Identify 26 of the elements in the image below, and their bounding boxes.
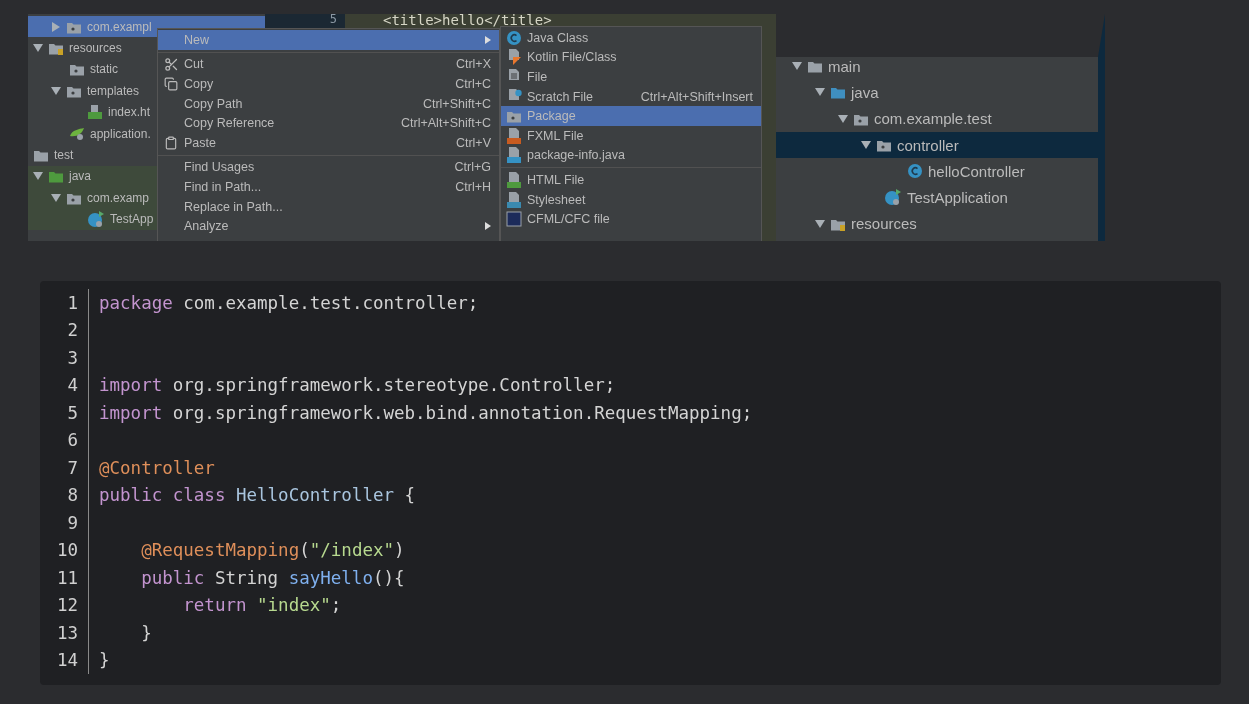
code-line: } (99, 650, 110, 671)
line-number: 12 (40, 591, 89, 619)
line-number: 8 (40, 481, 89, 509)
line-number: 14 (40, 646, 89, 674)
line-number: 4 (40, 371, 89, 399)
line-number: 3 (40, 344, 89, 372)
line-number: 2 (40, 316, 89, 344)
line-number: 1 (40, 289, 89, 317)
code-line: @RequestMapping("/index") (140, 540, 405, 561)
line-number: 5 (40, 399, 89, 427)
code-line: import org.springframework.stereotype.Controller; (99, 375, 616, 396)
line-number: 13 (40, 619, 89, 647)
code-line: import org.springframework.web.bind.annotation.RequestMapping; (99, 402, 753, 423)
line-number: 7 (40, 454, 89, 482)
code-line: public class HelloController { (99, 485, 416, 506)
code-line: public String sayHello(){ (140, 567, 405, 588)
code-line: package com.example.test.controller; (99, 292, 479, 313)
line-number: 6 (40, 426, 89, 454)
line-number: 9 (40, 509, 89, 537)
editor-text: <title>hello</title> (383, 14, 552, 26)
code-line: @Controller (99, 457, 215, 478)
line-number: 5 (329, 14, 337, 28)
line-number: 11 (40, 564, 89, 592)
code-line: } (140, 622, 152, 643)
line-number: 10 (40, 536, 89, 564)
code-line: return "index"; (182, 595, 342, 616)
